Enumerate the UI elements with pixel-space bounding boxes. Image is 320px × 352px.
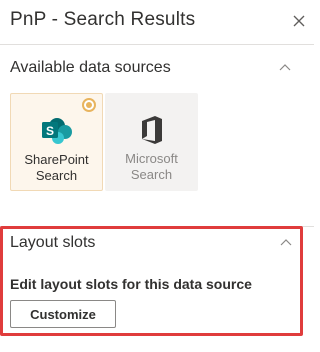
sharepoint-icon: S: [40, 116, 74, 151]
layout-slots-section-header[interactable]: Layout slots: [10, 234, 294, 256]
customize-button[interactable]: Customize: [10, 300, 116, 328]
tile-label-sharepoint: SharePoint Search: [24, 152, 89, 183]
data-source-tile-microsoft[interactable]: Microsoft Search: [105, 93, 198, 191]
svg-text:S: S: [45, 124, 53, 138]
panel-header: PnP - Search Results: [0, 0, 314, 45]
data-source-tile-sharepoint[interactable]: S SharePoint Search: [10, 93, 103, 191]
tile-label-microsoft: Microsoft Search: [125, 151, 178, 182]
office-icon: [139, 115, 165, 150]
data-sources-heading: Available data sources: [10, 59, 171, 76]
panel-title: PnP - Search Results: [10, 9, 196, 30]
chevron-up-icon[interactable]: [278, 61, 292, 75]
data-sources-section-header[interactable]: Available data sources: [10, 59, 304, 81]
layout-slots-heading: Layout slots: [10, 234, 96, 251]
selected-radio-icon: [82, 98, 96, 112]
chevron-up-icon[interactable]: [279, 236, 293, 250]
close-icon[interactable]: [290, 12, 308, 30]
layout-slots-description: Edit layout slots for this data source: [10, 276, 252, 292]
